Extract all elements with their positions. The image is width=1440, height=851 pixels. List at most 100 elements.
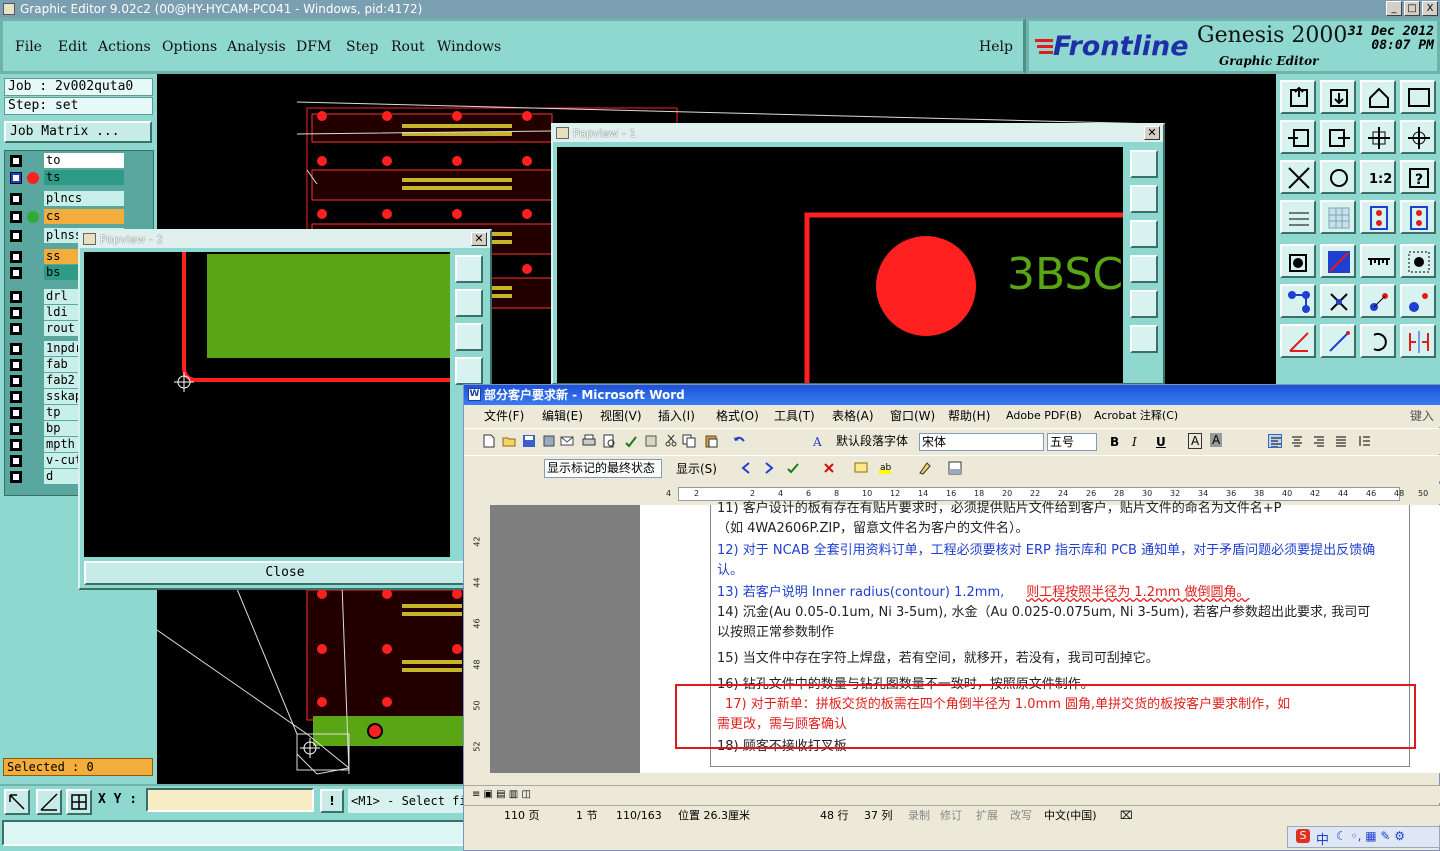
layer-checkbox[interactable] (10, 471, 22, 483)
layer-checkbox[interactable] (10, 172, 22, 184)
popview-1-canvas[interactable]: 3BSC (557, 147, 1123, 383)
angle-button[interactable] (1280, 324, 1316, 358)
previous-change-icon[interactable] (739, 461, 753, 475)
document-line[interactable]: （如 4WA2606P.ZIP，留意文件名为客户的文件名）。 (717, 519, 1029, 539)
document-line[interactable]: 11) 客户设计的板有存在有贴片要求时，必须提供贴片文件给到客户，贴片文件的命名… (717, 499, 1281, 519)
underline-button[interactable]: U (1156, 433, 1166, 451)
menu-analysis[interactable]: Analysis (227, 39, 286, 55)
menu-dfm[interactable]: DFM (296, 39, 331, 55)
draw-line-button[interactable] (1320, 324, 1356, 358)
open-folder-icon[interactable] (502, 434, 516, 448)
layer-name[interactable]: plncs (44, 191, 124, 206)
next-change-icon[interactable] (762, 461, 776, 475)
popview-1-pan-right-button[interactable] (1130, 290, 1158, 318)
menu-edit[interactable]: Edit (58, 39, 87, 55)
word-menu-window[interactable]: 窗口(W) (890, 405, 935, 427)
styles-pane-icon[interactable]: A (812, 434, 826, 448)
word-menu-insert[interactable]: 插入(I) (658, 405, 695, 427)
ratio-button[interactable]: 1:2 (1360, 160, 1396, 194)
word-menu-format[interactable]: 格式(O) (716, 405, 759, 427)
layer-checkbox[interactable] (10, 323, 22, 335)
net-button[interactable] (1280, 284, 1316, 318)
layer-checkbox[interactable] (10, 251, 22, 263)
popview-1-fit-button[interactable] (1130, 220, 1158, 248)
track-changes-icon[interactable] (918, 461, 932, 475)
reject-change-icon[interactable] (822, 461, 836, 475)
layer-checkbox[interactable] (10, 155, 22, 167)
new-document-icon[interactable] (482, 434, 496, 448)
menu-rout[interactable]: Rout (391, 39, 425, 55)
print-preview-icon[interactable] (602, 434, 616, 448)
resize-button[interactable] (1400, 284, 1436, 318)
layer-row-cs[interactable]: cs (7, 209, 155, 224)
char-shading-button[interactable]: A (1210, 433, 1223, 447)
warning-button[interactable]: ! (320, 789, 344, 813)
show-menu-button[interactable]: 显示(S) (676, 460, 717, 478)
layer-checkbox[interactable] (10, 407, 22, 419)
mirror-button[interactable] (1400, 324, 1436, 358)
house-button[interactable] (1360, 80, 1396, 114)
copy-icon[interactable] (682, 434, 696, 448)
grid-tool-button[interactable] (66, 789, 92, 815)
popview-2-canvas[interactable] (84, 252, 450, 557)
layer-checkbox[interactable] (10, 359, 22, 371)
italic-button[interactable]: I (1132, 433, 1137, 451)
status-record[interactable]: 录制 (908, 806, 930, 826)
pan-left-button[interactable] (1280, 120, 1316, 154)
cross-button[interactable] (1320, 284, 1356, 318)
cut-icon[interactable] (664, 434, 678, 448)
help-button[interactable]: ? (1400, 160, 1436, 194)
ruler-button[interactable] (1360, 244, 1396, 278)
line-spacing-icon[interactable] (1358, 434, 1372, 448)
word-menu-help[interactable]: 帮助(H) (948, 405, 990, 427)
word-menu-acrobat[interactable]: Acrobat 注释(C) (1094, 405, 1178, 427)
layer-checkbox[interactable] (10, 230, 22, 242)
word-menu-file[interactable]: 文件(F) (484, 405, 524, 427)
document-line[interactable]: 14) 沉金(Au 0.05-0.1um, Ni 3-5um), 水金（Au 0… (717, 603, 1370, 623)
pad-button[interactable] (1280, 244, 1316, 278)
move-button[interactable] (1360, 284, 1396, 318)
open-button[interactable] (1320, 80, 1356, 114)
document-line[interactable]: 认。 (717, 561, 743, 581)
measure-button[interactable] (1280, 200, 1316, 234)
document-line[interactable]: 12) 对于 NCAB 全套引用资料订单，工程必须要核对 ERP 指示库和 PC… (717, 541, 1375, 561)
layer-checkbox[interactable] (10, 343, 22, 355)
email-icon[interactable] (560, 434, 574, 448)
layer-checkbox[interactable] (10, 211, 22, 223)
style-select[interactable]: 默认段落字体 (834, 433, 916, 451)
layer-row-to[interactable]: to (7, 153, 155, 168)
zoom-tool-button[interactable] (4, 789, 30, 815)
vertical-ruler[interactable]: 42 44 46 48 50 52 (468, 505, 488, 775)
layer-name[interactable]: to (44, 153, 124, 168)
layer-checkbox[interactable] (10, 267, 22, 279)
pan-right-button[interactable] (1320, 120, 1356, 154)
popview-1-home-button[interactable] (1130, 185, 1158, 213)
maximize-button[interactable]: □ (1404, 1, 1420, 16)
layer-checkbox[interactable] (10, 455, 22, 467)
popview-2-home-button[interactable] (455, 289, 483, 317)
layer-checkbox[interactable] (10, 391, 22, 403)
document-line[interactable]: 15) 当文件中存在字符上焊盘，若有空间，就移开，若没有，我司可刮掉它。 (717, 649, 1159, 669)
layer-checkbox[interactable] (10, 307, 22, 319)
menu-help[interactable]: Help (979, 39, 1013, 55)
spelling-icon[interactable] (624, 434, 638, 448)
status-extend[interactable]: 扩展 (976, 806, 998, 826)
horizontal-scrollbar[interactable]: ≡ ▣ ▤ ▥ ◫ (464, 785, 1440, 803)
status-track[interactable]: 修订 (940, 806, 962, 826)
permission-icon[interactable] (542, 434, 556, 448)
layer-checkbox[interactable] (10, 439, 22, 451)
measure-tool-button[interactable] (36, 789, 62, 815)
line-button[interactable] (1320, 244, 1356, 278)
menu-actions[interactable]: Actions (98, 39, 151, 55)
status-overwrite[interactable]: 改写 (1010, 806, 1032, 826)
layer-name[interactable]: ts (44, 170, 124, 185)
save-icon[interactable] (522, 434, 536, 448)
snap-active-button[interactable] (1400, 200, 1436, 234)
xy-input[interactable] (146, 788, 314, 812)
zoom-area-button[interactable] (1400, 120, 1436, 154)
print-icon[interactable] (582, 434, 596, 448)
new-comment-icon[interactable] (854, 461, 868, 475)
snap-button[interactable] (1360, 200, 1396, 234)
popview-1-pan-left-button[interactable] (1130, 255, 1158, 283)
home-button[interactable] (1280, 80, 1316, 114)
